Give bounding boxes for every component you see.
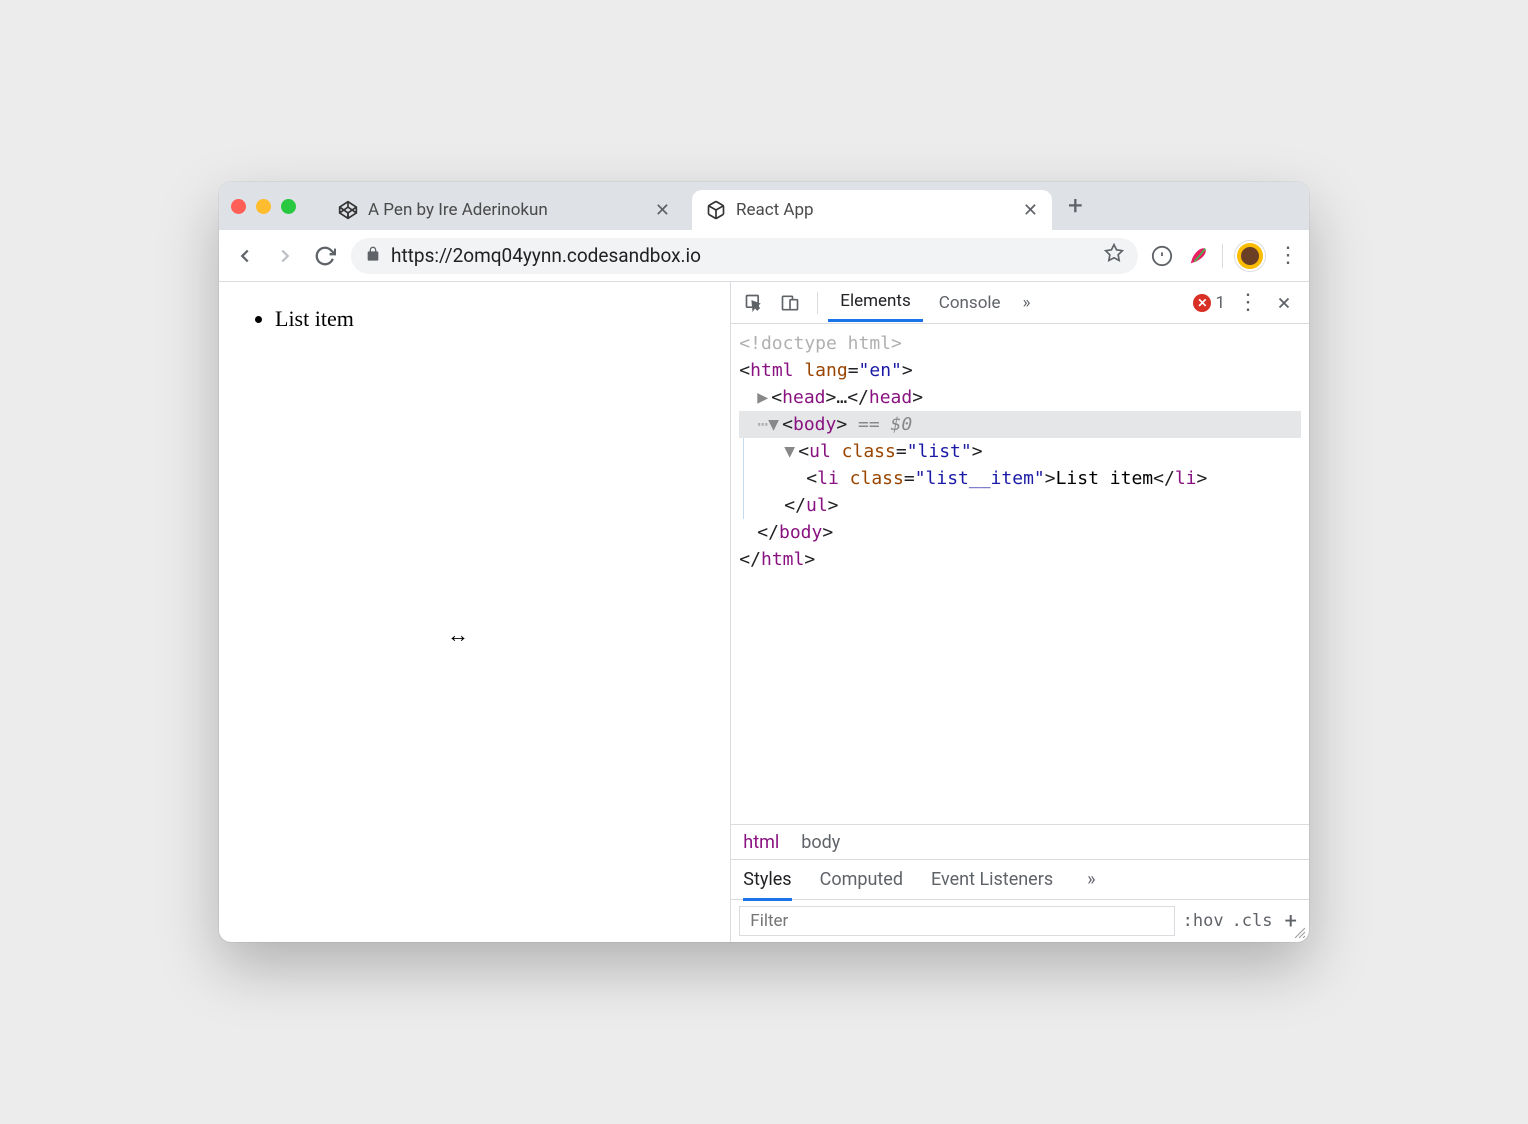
error-indicator[interactable]: ✕ 1 <box>1193 293 1225 313</box>
extension-feather-icon[interactable] <box>1186 244 1210 268</box>
dom-node-head[interactable]: ▶<head>…</head> <box>739 384 1301 411</box>
error-count: 1 <box>1215 293 1225 313</box>
close-window-button[interactable] <box>231 199 246 214</box>
dom-doctype: <!doctype html> <box>739 333 902 354</box>
lock-icon <box>365 244 381 267</box>
tab-console[interactable]: Console <box>927 285 1013 321</box>
more-styles-tabs-icon[interactable]: » <box>1081 869 1101 890</box>
back-button[interactable] <box>231 242 259 270</box>
tab-title: React App <box>736 200 1013 220</box>
styles-tab-bar: Styles Computed Event Listeners » <box>731 860 1309 900</box>
dom-node-li[interactable]: <li class="list__item">List item</li> <box>744 465 1301 492</box>
new-tab-button[interactable]: + <box>1060 191 1091 221</box>
dom-tree[interactable]: <!doctype html> <html lang="en"> ▶<head>… <box>731 324 1309 824</box>
rendered-page: List item ↔ <box>219 282 731 942</box>
devtools-tab-bar: Elements Console » ✕ 1 ⋮ <box>731 282 1309 324</box>
dom-breadcrumb: html body <box>731 824 1309 860</box>
dom-node-ul-close[interactable]: </ul> <box>744 492 1301 519</box>
close-tab-icon[interactable]: ✕ <box>1023 200 1038 221</box>
extension-icon[interactable] <box>1150 244 1174 268</box>
address-bar[interactable]: https://2omq04yynn.codesandbox.io <box>351 238 1138 274</box>
tab-computed[interactable]: Computed <box>820 869 903 890</box>
more-tabs-icon[interactable]: » <box>1017 293 1037 313</box>
resize-cursor-icon: ↔ <box>447 622 469 648</box>
device-toolbar-icon[interactable] <box>775 288 805 318</box>
tab-event-listeners[interactable]: Event Listeners <box>931 869 1053 890</box>
codepen-icon <box>338 200 358 220</box>
dom-node-ul[interactable]: ▼<ul class="list"> <box>744 438 1301 465</box>
error-icon: ✕ <box>1193 294 1211 312</box>
reload-button[interactable] <box>311 242 339 270</box>
styles-filter-row: :hov .cls + <box>731 900 1309 942</box>
minimize-window-button[interactable] <box>256 199 271 214</box>
cls-toggle[interactable]: .cls <box>1232 911 1273 931</box>
browser-menu-button[interactable]: ⋮ <box>1277 243 1297 268</box>
browser-window: A Pen by Ire Aderinokun ✕ React App ✕ + … <box>219 182 1309 942</box>
inspect-element-icon[interactable] <box>739 288 769 318</box>
crumb-body[interactable]: body <box>801 832 840 853</box>
tab-title: A Pen by Ire Aderinokun <box>368 200 645 220</box>
window-controls <box>231 199 296 214</box>
profile-avatar[interactable] <box>1235 241 1265 271</box>
codesandbox-icon <box>706 200 726 220</box>
hov-toggle[interactable]: :hov <box>1183 911 1224 931</box>
url-text: https://2omq04yynn.codesandbox.io <box>391 244 1094 267</box>
bookmark-star-icon[interactable] <box>1104 243 1124 268</box>
browser-toolbar: https://2omq04yynn.codesandbox.io ⋮ <box>219 230 1309 282</box>
browser-tab-inactive[interactable]: A Pen by Ire Aderinokun ✕ <box>324 190 684 230</box>
forward-button[interactable] <box>271 242 299 270</box>
devtools-menu-button[interactable]: ⋮ <box>1237 290 1257 315</box>
content-area: List item ↔ Elements Console » ✕ 1 <box>219 282 1309 942</box>
dom-node-html-close[interactable]: </html> <box>739 546 1301 573</box>
devtools-panel: Elements Console » ✕ 1 ⋮ <!doctype html>… <box>731 282 1309 942</box>
tab-elements[interactable]: Elements <box>828 283 922 322</box>
tab-strip: A Pen by Ire Aderinokun ✕ React App ✕ + <box>219 182 1309 230</box>
tab-styles[interactable]: Styles <box>743 869 791 901</box>
dom-node-html[interactable]: <html lang="en"> <box>739 357 1301 384</box>
list-item: List item <box>275 306 718 332</box>
dom-node-body-selected[interactable]: ⋯▼<body> == $0 <box>739 411 1301 438</box>
browser-tab-active[interactable]: React App ✕ <box>692 190 1052 230</box>
crumb-html[interactable]: html <box>743 832 779 853</box>
maximize-window-button[interactable] <box>281 199 296 214</box>
resize-handle-icon[interactable] <box>1293 926 1305 938</box>
styles-filter-input[interactable] <box>739 906 1174 936</box>
page-list: List item <box>255 306 718 332</box>
close-tab-icon[interactable]: ✕ <box>655 200 670 221</box>
close-devtools-icon[interactable] <box>1269 288 1299 318</box>
dom-node-body-close[interactable]: </body> <box>739 519 1301 546</box>
